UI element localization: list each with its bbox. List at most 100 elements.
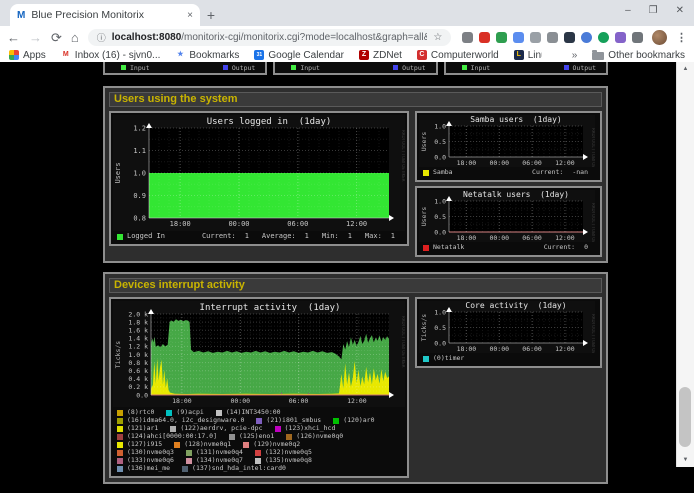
bookmark-star-icon[interactable]: ☆ (433, 32, 442, 43)
svg-text:2.0 k: 2.0 k (128, 310, 148, 318)
browser-menu-icon[interactable]: ⋮ (676, 31, 687, 44)
legend-swatch (423, 170, 429, 176)
bookmark-bookmarks[interactable]: ★ Bookmarks (175, 50, 239, 61)
forward-icon[interactable]: → (29, 31, 42, 44)
svg-text:1.2 k: 1.2 k (128, 343, 148, 351)
legend-swatch (423, 356, 429, 362)
page-viewport: InputOutputInputOutputInputOutput Users … (0, 62, 694, 467)
svg-text:RRDTOOL / TOBI OETIKER: RRDTOOL / TOBI OETIKER (591, 314, 595, 353)
legend-item: (136)mei_me (117, 465, 170, 472)
other-bookmarks-button[interactable]: Other bookmarks (592, 50, 685, 61)
legend-row: Logged InCurrent:1Average:1Min:1Max:1 (117, 233, 401, 240)
legend-item: (128)nvme0q1 (174, 441, 231, 448)
users-legend: Logged InCurrent:1Average:1Min:1Max:1 (113, 231, 405, 242)
dark-square-extension-icon[interactable] (564, 32, 575, 43)
url-host: localhost:8080 (112, 32, 181, 43)
svg-text:0.6 k: 0.6 k (128, 367, 148, 375)
mail-extension-icon[interactable] (479, 32, 490, 43)
legend-swatch (243, 442, 249, 448)
legend-swatch (117, 450, 123, 456)
globe-extension-icon[interactable] (496, 32, 507, 43)
list-extension-icon[interactable] (632, 32, 643, 43)
legend-row: (8)rtc0(9)acpi(14)INT3450:00 (117, 409, 401, 416)
output-legend: Output (223, 64, 255, 72)
svg-text:06:00: 06:00 (522, 234, 542, 242)
bookmark-label: Bookmarks (189, 50, 239, 61)
window-maximize-button[interactable]: ❐ (649, 5, 658, 16)
search-extension-icon[interactable] (462, 32, 473, 43)
bookmarks-icon: ★ (175, 50, 185, 60)
legend-item: (14)INT3450:00 (216, 409, 281, 416)
new-tab-button[interactable]: + (200, 4, 222, 26)
svg-text:1.0 k: 1.0 k (128, 351, 148, 359)
svg-text:0.0: 0.0 (434, 228, 446, 236)
svg-text:1.0: 1.0 (434, 308, 446, 316)
window-close-button[interactable]: ✕ (676, 5, 684, 16)
puzzle-extension-icon[interactable] (615, 32, 626, 43)
speaker-extension-icon[interactable] (547, 32, 558, 43)
svg-text:1.0: 1.0 (133, 169, 146, 177)
svg-text:RRDTOOL / TOBI OETIKER: RRDTOOL / TOBI OETIKER (591, 203, 595, 242)
monitorix-favicon: M (17, 10, 25, 21)
svg-text:00:00: 00:00 (489, 159, 509, 167)
legend-item: (8)rtc0 (117, 409, 154, 416)
scroll-down-icon[interactable]: ▼ (677, 453, 694, 467)
svg-text:18:00: 18:00 (457, 159, 477, 167)
back-icon[interactable]: ← (7, 31, 20, 44)
bookmark-apps[interactable]: Apps (9, 50, 46, 61)
core-legend: (0)timer (419, 353, 598, 364)
scroll-up-icon[interactable]: ▲ (677, 62, 694, 76)
svg-text:12:00: 12:00 (346, 220, 367, 228)
bookmark-computerworld[interactable]: C Computerworld (417, 50, 499, 61)
legend-swatch (393, 65, 398, 70)
legend-swatch (286, 434, 292, 440)
svg-text:06:00: 06:00 (287, 220, 308, 228)
svg-text:1.2: 1.2 (133, 124, 146, 132)
reload-icon[interactable]: ⟳ (51, 31, 62, 44)
samba-users-plot: 18:0000:0006:0012:000.00.51.0Samba users… (419, 115, 595, 167)
bookmarks-bar: Apps MInbox (16) - sjvn0... ★ Bookmarks 31Go… (0, 48, 694, 63)
bookmark-google-calendar[interactable]: 31Google Calendar (254, 50, 344, 61)
svg-text:Users: Users (420, 207, 428, 227)
computerworld-icon: C (417, 50, 427, 60)
legend-item: (130)nvme0q3 (117, 449, 174, 456)
legend-item: Logged In (117, 233, 165, 240)
stat-current: Current:0 (544, 244, 588, 251)
home-icon[interactable]: ⌂ (71, 31, 79, 44)
legend-row: (127)i915(128)nvme0q1(129)nvme0q2 (117, 441, 401, 448)
extensions-row (462, 32, 643, 43)
svg-text:0.8: 0.8 (133, 214, 146, 222)
pages-extension-icon[interactable] (513, 32, 524, 43)
legend-swatch (117, 418, 123, 424)
window-minimize-button[interactable]: – (625, 5, 631, 16)
bookmarks-overflow-icon[interactable]: » (572, 50, 578, 61)
page-scrollbar[interactable]: ▲ ▼ (676, 62, 694, 467)
clipped-graph-row: InputOutputInputOutputInputOutput (103, 62, 608, 75)
svg-text:0.9: 0.9 (133, 192, 146, 200)
bookmark-zdnet[interactable]: ZZDNet (359, 50, 402, 61)
blue-oval-extension-icon[interactable] (581, 32, 592, 43)
svg-text:06:00: 06:00 (289, 397, 309, 405)
gray-square-extension-icon[interactable] (530, 32, 541, 43)
legend-swatch (166, 410, 172, 416)
profile-avatar[interactable] (652, 30, 667, 45)
tab-close-icon[interactable]: × (187, 10, 193, 21)
address-bar[interactable]: ⓘ localhost:8080/monitorix-cgi/monitorix… (88, 29, 452, 46)
browser-tab[interactable]: M Blue Precision Monitorix × (10, 4, 200, 26)
interrupt-activity-plot: 18:0000:0006:0012:000.00.2 k0.4 k0.6 k0.… (113, 301, 405, 407)
svg-text:06:00: 06:00 (522, 345, 542, 353)
input-legend: Input (462, 64, 491, 72)
clipped-graph-box: InputOutput (444, 62, 608, 75)
window-controls: – ❐ ✕ (625, 5, 684, 16)
scrollbar-thumb[interactable] (679, 387, 691, 447)
input-legend: Input (121, 64, 150, 72)
legend-swatch (117, 458, 123, 464)
svg-text:Users: Users (420, 132, 428, 152)
legend-swatch (117, 434, 123, 440)
green-circle-extension-icon[interactable] (598, 32, 609, 43)
stat-current: Current:-nan (532, 169, 588, 176)
bookmark-inbox[interactable]: MInbox (16) - sjvn0... (61, 50, 161, 61)
bookmark-label: Computerworld (431, 50, 499, 61)
bookmark-linux-today[interactable]: LLinux Today (514, 50, 542, 61)
page-info-icon[interactable]: ⓘ (97, 31, 106, 44)
